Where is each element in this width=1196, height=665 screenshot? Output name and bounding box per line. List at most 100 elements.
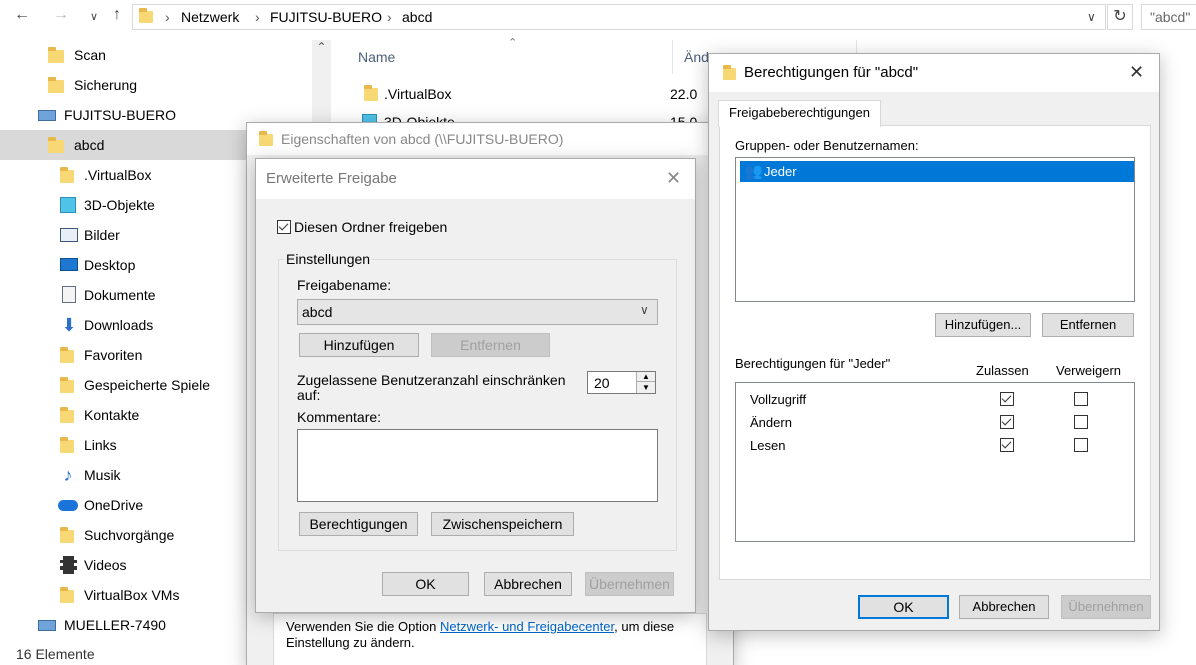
permissions-title: Berechtigungen für "abcd": [744, 64, 919, 81]
chevron-right-icon: ›: [255, 9, 260, 25]
folder-icon: [60, 167, 74, 183]
nav-item-label: Suchvorgänge: [84, 527, 175, 543]
share-name-value: abcd: [302, 304, 333, 320]
downloads-icon: ⬇: [61, 315, 77, 335]
nav-item-label: Videos: [84, 557, 127, 573]
column-header-name[interactable]: Name: [358, 40, 395, 74]
nav-item-label: Dokumente: [84, 287, 156, 303]
close-icon[interactable]: ✕: [1129, 54, 1144, 92]
spin-up-icon[interactable]: ▲: [636, 372, 655, 382]
desktop-icon: [60, 258, 78, 271]
permission-row-aendern: Ändern: [736, 412, 1134, 434]
scroll-up-arrow-icon[interactable]: ⌃: [312, 40, 331, 62]
search-input[interactable]: "abcd": [1141, 4, 1196, 30]
saved-games-icon: [60, 377, 74, 393]
status-item-count: 16 Elemente: [16, 646, 95, 662]
folder-icon: [364, 85, 378, 101]
cancel-button[interactable]: Abbrechen: [484, 572, 572, 596]
close-icon[interactable]: ✕: [666, 159, 681, 199]
user-limit-value: 20: [594, 375, 610, 391]
refresh-icon[interactable]: ↻: [1107, 4, 1133, 30]
nav-item-label: Scan: [74, 47, 106, 63]
groups-listbox[interactable]: 👥 Jeder: [735, 157, 1135, 302]
deny-checkbox[interactable]: [1074, 438, 1088, 452]
user-limit-label: Zugelassene Benutzeranzahl einschränken: [297, 372, 566, 388]
favorites-icon: [60, 347, 74, 363]
nav-item-label: MUELLER-7490: [64, 617, 166, 633]
nav-item-label: Musik: [84, 467, 121, 483]
up-arrow-icon[interactable]: ↑: [107, 6, 127, 24]
nav-item-label: abcd: [74, 137, 105, 153]
permission-row-lesen: Lesen: [736, 435, 1134, 457]
advanced-sharing-dialog: Erweiterte Freigabe ✕ Diesen Ordner frei…: [255, 158, 696, 613]
permission-row-vollzugriff: Vollzugriff: [736, 389, 1134, 411]
folder-icon: [723, 65, 736, 80]
settings-group-label: Einstellungen: [284, 251, 373, 267]
apply-button[interactable]: Übernehmen: [585, 572, 674, 596]
nav-item-label: Downloads: [84, 317, 154, 333]
column-header-date[interactable]: Änd: [684, 40, 709, 74]
remove-user-button[interactable]: Entfernen: [1042, 313, 1134, 337]
permission-name: Ändern: [750, 415, 792, 430]
documents-icon: [62, 286, 76, 303]
nav-item-sicherung[interactable]: Sicherung: [0, 70, 312, 100]
chevron-right-icon: ›: [165, 9, 170, 25]
chevron-down-icon: ∨: [640, 303, 649, 317]
network-note-line1: Verwenden Sie die Option Netzwerk- und F…: [286, 619, 674, 634]
breadcrumb-abcd[interactable]: abcd: [402, 9, 432, 25]
cancel-button[interactable]: Abbrechen: [959, 595, 1049, 619]
add-share-button[interactable]: Hinzufügen: [299, 333, 419, 357]
deny-checkbox[interactable]: [1074, 392, 1088, 406]
folder-icon: [259, 131, 273, 146]
column-divider: [672, 40, 673, 74]
allow-checkbox[interactable]: [1000, 438, 1014, 452]
nav-item-scan[interactable]: Scan: [0, 40, 312, 70]
ok-button[interactable]: OK: [858, 595, 949, 619]
network-sharing-center-link[interactable]: Netzwerk- und Freigabecenter: [440, 619, 614, 634]
chevron-down-icon[interactable]: ∨: [1087, 10, 1096, 24]
recent-locations-chevron-icon[interactable]: ∨: [84, 10, 104, 23]
note-text: Verwenden Sie die Option: [286, 619, 437, 634]
apply-button[interactable]: Übernehmen: [1061, 595, 1151, 619]
folder-icon: [48, 47, 64, 63]
user-limit-stepper[interactable]: 20 ▲ ▼: [587, 371, 656, 394]
remove-share-button[interactable]: Entfernen: [431, 333, 550, 357]
onedrive-icon: [58, 500, 78, 511]
file-row[interactable]: .VirtualBox 22.0: [340, 80, 710, 110]
allow-checkbox[interactable]: [1000, 392, 1014, 406]
address-bar[interactable]: › Netzwerk › FUJITSU-BUERO › abcd ∨: [132, 4, 1106, 30]
3d-objects-icon: [60, 197, 76, 213]
tab-share-permissions[interactable]: Freigabeberechtigungen: [718, 100, 881, 127]
videos-icon: [60, 556, 77, 574]
back-arrow-icon[interactable]: ←: [12, 6, 32, 24]
share-name-combobox[interactable]: abcd ∨: [297, 299, 658, 325]
folder-icon: [139, 8, 153, 23]
sort-ascending-icon: ⌃: [508, 37, 518, 49]
share-folder-checkbox[interactable]: [277, 220, 291, 234]
forward-arrow-icon[interactable]: →: [51, 6, 71, 24]
nav-item-label: 3D-Objekte: [84, 197, 155, 213]
group-item-jeder[interactable]: 👥 Jeder: [740, 161, 1134, 182]
ok-button[interactable]: OK: [382, 572, 469, 596]
nav-item-label: VirtualBox VMs: [84, 587, 180, 603]
folder-icon: [60, 587, 74, 603]
file-date: 22.0: [670, 86, 698, 102]
folder-icon: [48, 137, 64, 153]
deny-checkbox[interactable]: [1074, 415, 1088, 429]
pictures-icon: [60, 228, 78, 242]
screen: ← → ∨ ↑ › Netzwerk › FUJITSU-BUERO › abc…: [0, 0, 1196, 665]
network-note-line2: Einstellung zu ändern.: [286, 635, 415, 650]
allow-checkbox[interactable]: [1000, 415, 1014, 429]
breadcrumb-fujitsu-buero[interactable]: FUJITSU-BUERO: [270, 9, 382, 25]
add-user-button[interactable]: Hinzufügen...: [935, 313, 1031, 337]
spin-down-icon[interactable]: ▼: [636, 382, 655, 393]
comments-textarea[interactable]: [297, 429, 658, 502]
caching-button[interactable]: Zwischenspeichern: [431, 512, 574, 536]
computer-icon: [38, 620, 56, 631]
permissions-button[interactable]: Berechtigungen: [299, 512, 418, 536]
file-name: .VirtualBox: [384, 86, 452, 102]
share-name-label: Freigabename:: [297, 277, 392, 293]
permission-name: Lesen: [750, 438, 786, 453]
breadcrumb-netzwerk[interactable]: Netzwerk: [181, 9, 239, 25]
computer-icon: [38, 110, 56, 121]
